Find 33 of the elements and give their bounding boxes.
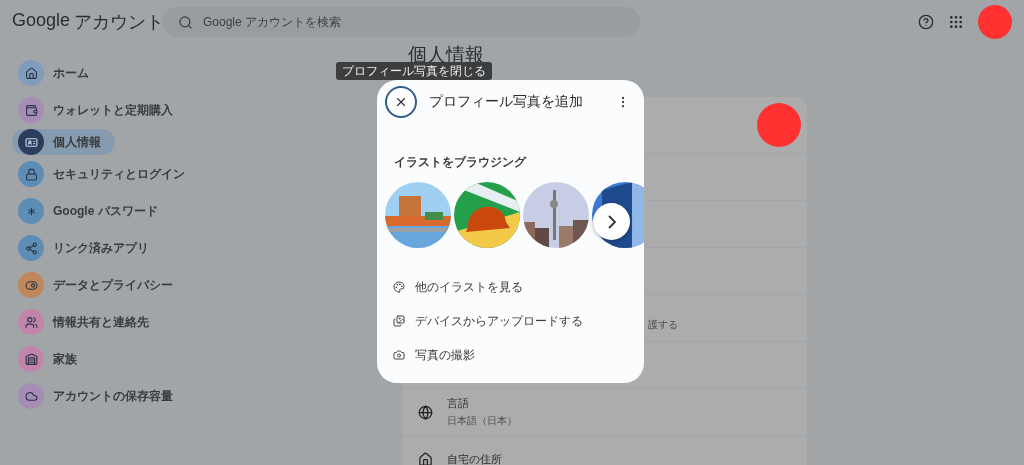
palette-icon [393,281,405,293]
row-description: 護する [648,318,678,332]
sidebar-item[interactable]: ホーム [12,60,103,86]
dialog-title: プロフィール写真を追加 [429,93,584,111]
globe-icon [418,404,433,420]
sidebar-item[interactable]: データとプライバシー [12,272,187,298]
menu-item[interactable]: デバイスからアップロードする [377,304,644,338]
sidebar-item[interactable]: Google パスワード [12,198,172,224]
camera-icon [393,349,405,361]
close-button[interactable] [385,86,417,118]
search-icon [178,14,193,30]
menu-item[interactable]: 他のイラストを見る [377,270,644,304]
chevron-right-icon [607,214,616,229]
search-field[interactable]: Google アカウントを検索 [162,7,640,37]
apps-grid-icon[interactable] [948,14,964,30]
sidebar-item[interactable]: ウォレットと定期購入 [12,97,187,123]
image-stack-icon [393,315,405,327]
sidebar-item[interactable]: リンク済みアプリ [12,235,163,261]
sidebar-item[interactable]: 家族 [12,346,97,372]
close-icon [394,95,408,109]
sidebar-item[interactable]: 情報共有と連絡先 [12,309,163,335]
row-value: 日本語（日本） [447,414,517,428]
home-icon [418,451,433,465]
row-title: 自宅の住所 [447,451,502,465]
menu-item[interactable]: 写真の撮影 [377,338,644,372]
tooltip: プロフィール写真を閉じる [336,62,492,80]
sidebar-item[interactable]: セキュリティとログイン [12,161,199,187]
sidebar-item[interactable]: アカウントの保存容量 [12,383,187,409]
row-title: 言語 [447,396,470,411]
sidebar-item[interactable]: 個人情報 [12,129,115,155]
app-logo[interactable]: Google アカウント [12,10,162,34]
help-icon[interactable] [918,14,934,30]
section-heading: イラストをブラウジング [393,154,528,171]
